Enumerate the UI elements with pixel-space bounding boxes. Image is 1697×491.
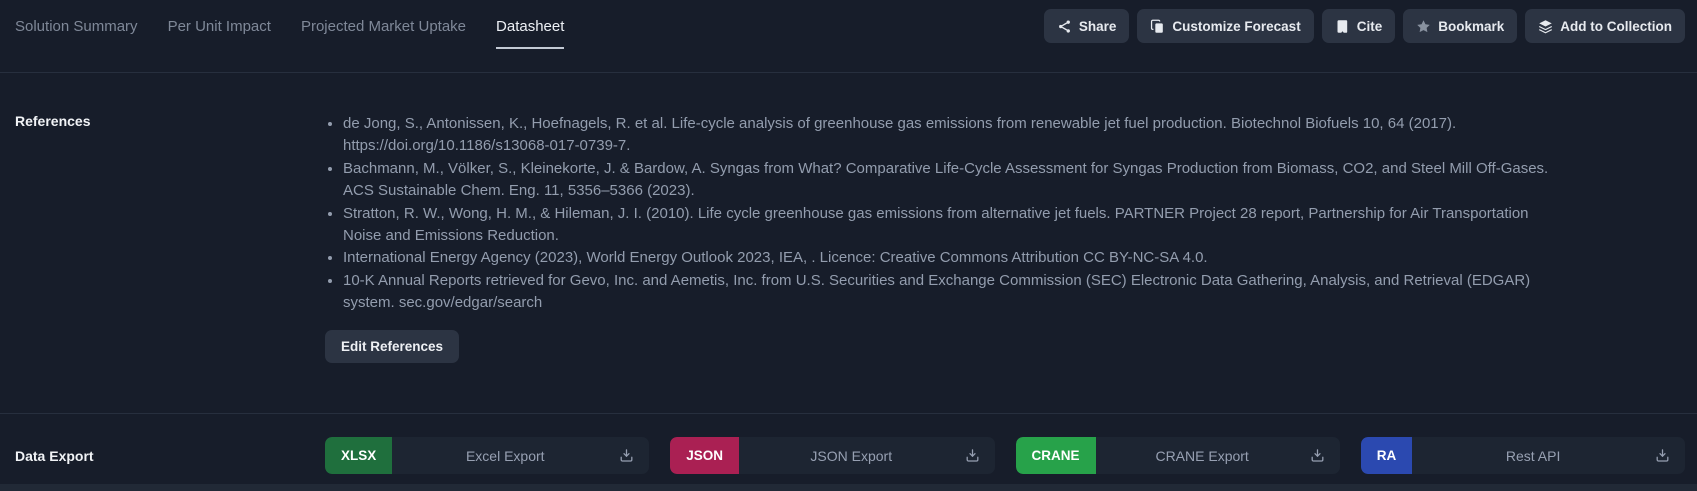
tab-bar: Solution Summary Per Unit Impact Project… — [15, 0, 565, 49]
cite-button[interactable]: Cite — [1321, 9, 1396, 43]
reference-item: 10-K Annual Reports retrieved for Gevo, … — [343, 270, 1555, 315]
rest-api-label: Rest API — [1505, 447, 1561, 464]
tab-per-unit-impact[interactable]: Per Unit Impact — [168, 18, 271, 49]
copy-icon — [1151, 19, 1164, 33]
download-icon — [1654, 447, 1671, 464]
datasheet-page: Solution Summary Per Unit Impact Project… — [0, 0, 1697, 491]
data-export-wrap: Data Export XLSX Excel Export JSON JSON … — [0, 413, 1697, 474]
tab-datasheet[interactable]: Datasheet — [496, 18, 565, 49]
header-actions: Share Customize Forecast Cite Bookmark A… — [1043, 9, 1685, 43]
json-export-label: JSON Export — [810, 447, 893, 464]
data-export-label: Data Export — [15, 447, 94, 464]
page-header: Solution Summary Per Unit Impact Project… — [0, 0, 1697, 73]
references-section: References de Jong, S., Antonissen, K., … — [0, 73, 1697, 363]
reference-item: de Jong, S., Antonissen, K., Hoefnagels,… — [343, 113, 1555, 158]
xlsx-badge: XLSX — [325, 437, 393, 474]
share-button-label: Share — [1078, 18, 1117, 34]
reference-item: Bachmann, M., Völker, S., Kleinekorte, J… — [343, 158, 1555, 203]
layers-icon — [1539, 19, 1553, 33]
share-icon — [1058, 19, 1070, 33]
excel-export-label: Excel Export — [465, 447, 545, 464]
bookmark-button[interactable]: Bookmark — [1403, 9, 1518, 43]
data-export-section: Data Export XLSX Excel Export JSON JSON … — [0, 437, 1697, 474]
bottom-strip — [0, 484, 1697, 491]
share-button[interactable]: Share — [1043, 9, 1130, 43]
book-icon — [1337, 19, 1347, 33]
crane-badge: CRANE — [1015, 437, 1096, 474]
excel-export-button[interactable]: XLSX Excel Export — [325, 437, 650, 474]
tab-solution-summary[interactable]: Solution Summary — [15, 18, 138, 49]
bookmark-button-label: Bookmark — [1438, 18, 1505, 34]
customize-forecast-button-label: Customize Forecast — [1172, 18, 1301, 34]
references-content: de Jong, S., Antonissen, K., Hoefnagels,… — [325, 113, 1555, 363]
download-icon — [964, 447, 981, 464]
cite-button-label: Cite — [1356, 18, 1383, 34]
reference-item: International Energy Agency (2023), Worl… — [343, 247, 1555, 269]
export-buttons: XLSX Excel Export JSON JSON Export CRANE… — [325, 437, 1685, 474]
tab-projected-market-uptake[interactable]: Projected Market Uptake — [301, 18, 466, 49]
download-icon — [1309, 447, 1326, 464]
json-export-button[interactable]: JSON JSON Export — [670, 437, 995, 474]
reference-item: Stratton, R. W., Wong, H. M., & Hileman,… — [343, 203, 1555, 248]
edit-references-button[interactable]: Edit References — [325, 329, 460, 363]
download-icon — [618, 447, 635, 464]
rest-api-button[interactable]: RA Rest API — [1360, 437, 1685, 474]
crane-export-label: CRANE Export — [1155, 447, 1249, 464]
ra-badge: RA — [1360, 437, 1413, 474]
star-icon — [1417, 19, 1430, 32]
add-to-collection-button[interactable]: Add to Collection — [1525, 9, 1685, 43]
crane-export-button[interactable]: CRANE CRANE Export — [1015, 437, 1340, 474]
add-to-collection-button-label: Add to Collection — [1560, 18, 1672, 34]
references-label: References — [15, 113, 91, 129]
json-badge: JSON — [670, 437, 740, 474]
customize-forecast-button[interactable]: Customize Forecast — [1137, 9, 1314, 43]
references-list: de Jong, S., Antonissen, K., Hoefnagels,… — [325, 113, 1555, 315]
